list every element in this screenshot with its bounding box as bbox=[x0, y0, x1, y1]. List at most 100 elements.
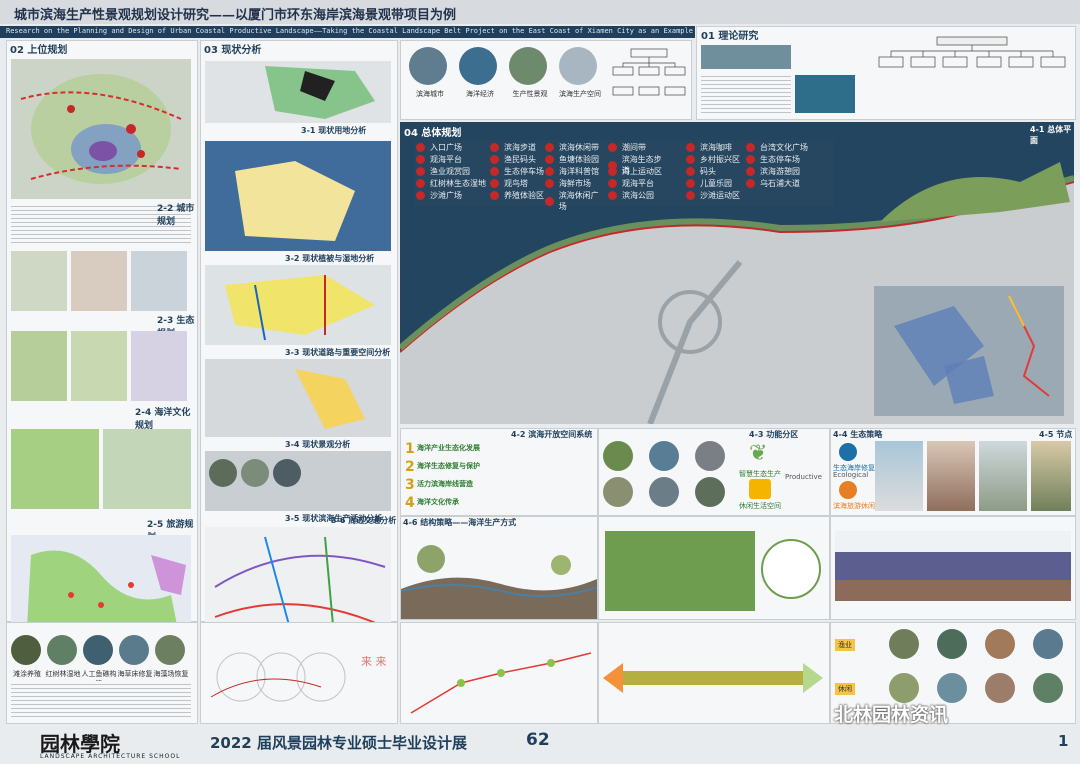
theory-label-3: 生产性景观 bbox=[512, 90, 548, 98]
production-activity-map bbox=[205, 451, 391, 511]
exhibition-number: 62 bbox=[526, 730, 550, 750]
upper-planning-panel: 02 上位规划 2-2 城市规划 2-3 生态规划 2-4 海洋文化规划 2-5… bbox=[6, 40, 198, 655]
theory-circle-2 bbox=[459, 47, 497, 85]
function-production-en: Productive bbox=[785, 473, 822, 481]
ocean-culture-map-1 bbox=[11, 429, 99, 509]
legend-item-19: 观海平台 bbox=[622, 179, 654, 188]
legend-item-14: 海鲜市场 bbox=[559, 179, 591, 188]
strategy-4: 海洋文化传承 bbox=[417, 498, 459, 506]
section-01-title: 01 理论研究 bbox=[701, 31, 759, 42]
legend-item-25: 沙滩运动区 bbox=[700, 191, 740, 200]
legend-item-2: 观海平台 bbox=[430, 155, 462, 164]
subtitle-bar: Research on the Planning and Design of U… bbox=[0, 26, 695, 38]
activity-tag-1: 渔业 bbox=[835, 639, 855, 651]
city-plan-map-3 bbox=[131, 251, 187, 311]
theory-circle-3 bbox=[509, 47, 547, 85]
bottom-label-5: 海藻场恢复 bbox=[153, 670, 189, 678]
landscape-map bbox=[205, 359, 391, 437]
bottom-circle-4 bbox=[119, 635, 149, 665]
theory-text bbox=[701, 73, 791, 113]
section-detail-panel bbox=[830, 516, 1076, 620]
node-render-4 bbox=[1031, 441, 1071, 511]
section-34-title: 3-4 现状景观分析 bbox=[285, 440, 351, 449]
legend-item-24: 儿童乐园 bbox=[700, 179, 732, 188]
theory-photo-2 bbox=[795, 75, 855, 113]
legend-item-28: 滨海游憩园 bbox=[760, 167, 800, 176]
section-03-title: 03 现状分析 bbox=[204, 45, 262, 56]
section-44-title: 4-4 生态策略 bbox=[833, 430, 883, 439]
section-33-title: 3-3 现状道路与重要空间分析 bbox=[285, 348, 391, 357]
section-render bbox=[835, 531, 1071, 601]
legend-item-8: 生态停车场 bbox=[504, 167, 544, 176]
ocean-culture-map-2 bbox=[103, 429, 191, 509]
legend-item-9: 观鸟塔 bbox=[504, 179, 528, 188]
legend-item-26: 台湾文化广场 bbox=[760, 143, 808, 152]
eco-plan-map-1 bbox=[11, 331, 67, 401]
process-flow bbox=[605, 531, 755, 611]
leisure-icon bbox=[749, 479, 771, 499]
bottom-label-2: 红树林湿地 bbox=[45, 670, 81, 678]
theory-panel-right: 01 理论研究 bbox=[696, 26, 1076, 120]
strategy-3: 活力滨海岸线营造 bbox=[417, 480, 473, 488]
status-analysis-panel: 03 现状分析 3-1 现状用地分析 3-2 现状植被与湿地分析 3-3 现状道… bbox=[200, 40, 398, 655]
theory-label-1: 滨海城市 bbox=[416, 90, 444, 98]
footer: 园林學院 LANDSCAPE ARCHITECTURE SCHOOL 2022 … bbox=[0, 726, 1080, 764]
city-plan-map-2 bbox=[71, 251, 127, 311]
eco-node-panel: 4-4 生态策略 4-5 节点效果 生态海岸修复 Ecological 滨海旅游… bbox=[830, 428, 1076, 516]
page-subtitle: Research on the Planning and Design of U… bbox=[6, 27, 693, 35]
page-number: 1 bbox=[1058, 732, 1069, 750]
section-02-title: 02 上位规划 bbox=[10, 45, 68, 56]
section-22-title: 2-2 城市规划 bbox=[157, 204, 195, 227]
legend-item-27: 生态停车场 bbox=[760, 155, 800, 164]
strategy-1: 海洋产业生态化发展 bbox=[417, 444, 480, 452]
legend-col-4: 潮间带 滨海生态步道 海上运动区 观海平台 滨海公园 bbox=[608, 142, 668, 206]
legend-item-21: 滨海咖啡 bbox=[700, 143, 732, 152]
section-36-title: 3-6 周边交通分析 bbox=[331, 516, 397, 525]
legend-item-22: 乡村振兴区 bbox=[700, 155, 740, 164]
arrow-diagram-panel bbox=[598, 622, 830, 724]
strategy-2: 海洋生态修复与保护 bbox=[417, 462, 480, 470]
process-diagram-panel bbox=[598, 516, 830, 620]
theory-circle-4 bbox=[559, 47, 597, 85]
function-leisure-cn: 休闲生活空间 bbox=[739, 502, 781, 510]
eco-icon bbox=[839, 443, 857, 461]
activity-tag-2: 休闲 bbox=[835, 683, 855, 695]
bottom-circle-3 bbox=[83, 635, 113, 665]
section-43-title: 4-3 功能分区 bbox=[749, 430, 799, 439]
roads-map bbox=[205, 265, 391, 345]
legend-item-20: 滨海公园 bbox=[622, 191, 654, 200]
section-42-title: 4-2 滨海开放空间系统 bbox=[511, 430, 593, 439]
legend-item-10: 养殖体验区 bbox=[504, 191, 544, 200]
wave-label: 来 来 bbox=[361, 655, 387, 668]
legend-item-5: 沙滩广场 bbox=[430, 191, 462, 200]
title-bar: 城市滨海生产性景观规划设计研究——以厦门市环东海岸滨海景观带项目为例 bbox=[0, 0, 1080, 24]
legend-col-6: 台湾文化广场 生态停车场 滨海游憩园 乌石浦大道 bbox=[746, 142, 826, 194]
timeline-chart-panel bbox=[400, 622, 598, 724]
legend-item-18: 海上运动区 bbox=[622, 167, 662, 176]
theory-photo-1 bbox=[701, 45, 791, 69]
function-production-cn: 智慧生态生产 bbox=[739, 470, 781, 478]
production-mode-panel: 4-6 结构策略——海洋生产方式 bbox=[400, 516, 598, 620]
location-inset-map bbox=[874, 286, 1064, 416]
bottom-strategy-text bbox=[11, 681, 191, 719]
function-eco-en: Ecological bbox=[833, 471, 869, 479]
vegetation-map bbox=[205, 141, 391, 251]
theory-label-4: 滨海生产空间 bbox=[559, 90, 601, 98]
bottom-circle-1 bbox=[11, 635, 41, 665]
section-24-title: 2-4 海洋文化规划 bbox=[135, 408, 191, 431]
legend-item-13: 海洋科普馆 bbox=[559, 167, 599, 176]
wave-timeline-panel: 来 来 bbox=[200, 622, 398, 724]
city-plan-map-1 bbox=[11, 251, 67, 311]
strategy-panel: 4-2 滨海开放空间系统 1 海洋产业生态化发展 2 海洋生态修复与保护 3 活… bbox=[400, 428, 598, 516]
theory-label-2: 海洋经济 bbox=[466, 90, 494, 98]
legend-item-29: 乌石浦大道 bbox=[760, 179, 800, 188]
function-panel: 4-3 功能分区 ❦ 智慧生态生产 休闲生活空间 Productive bbox=[598, 428, 830, 516]
legend-col-1: 入口广场 观海平台 渔业观赏园 红树林生态湿地 沙滩广场 bbox=[416, 142, 486, 206]
legend-col-5: 滨海咖啡 乡村振兴区 码头 儿童乐园 沙滩运动区 bbox=[686, 142, 746, 206]
bottom-circle-5 bbox=[155, 635, 185, 665]
culture-icon bbox=[839, 481, 857, 499]
legend-item-1: 入口广场 bbox=[430, 143, 462, 152]
legend-item-23: 码头 bbox=[700, 167, 716, 176]
legend-item-12: 鱼塘体验园 bbox=[559, 155, 599, 164]
eco-plan-map-3 bbox=[131, 331, 187, 401]
